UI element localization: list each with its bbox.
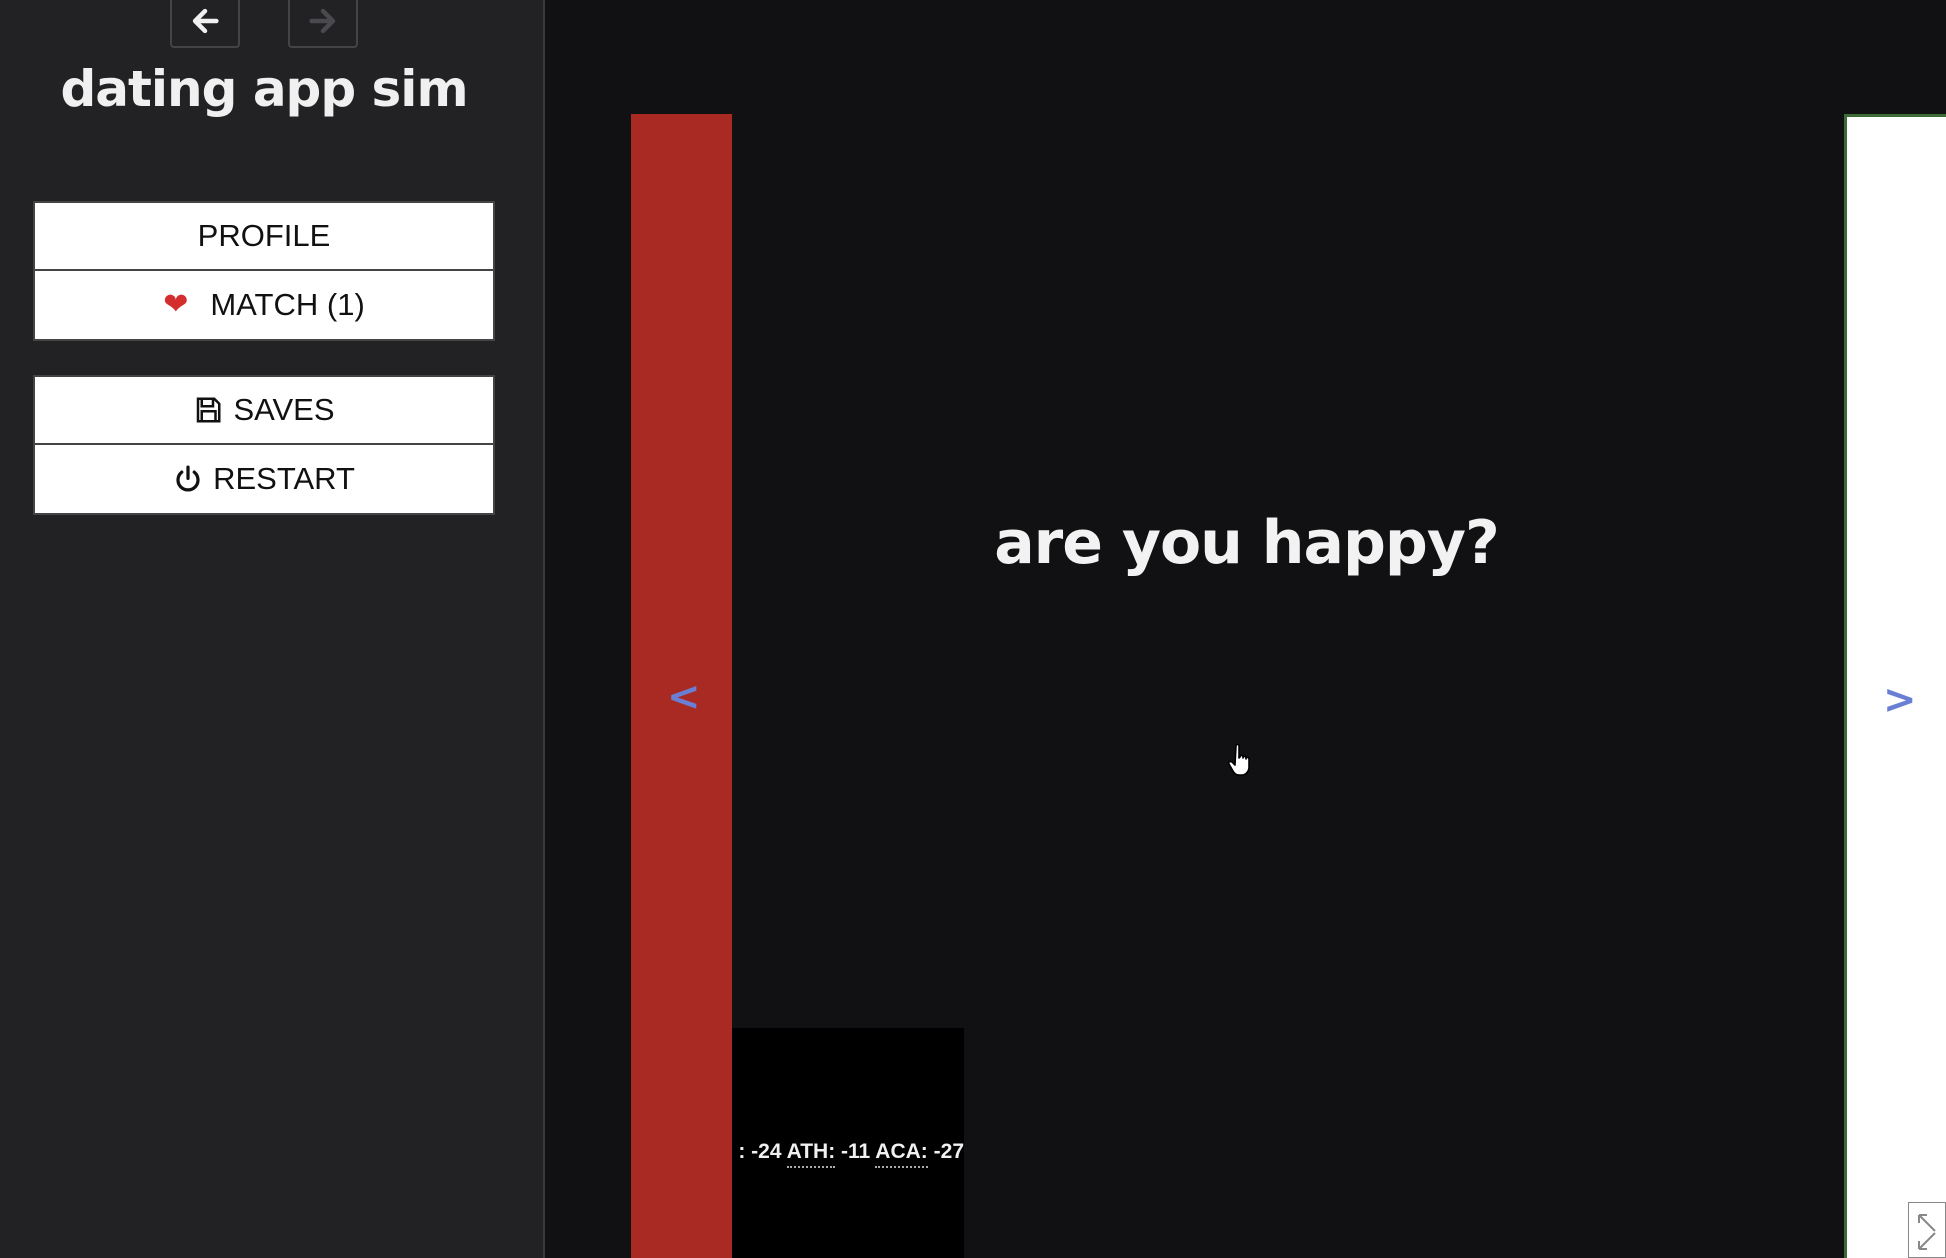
arrow-left-icon	[192, 8, 219, 34]
history-nav	[170, 0, 358, 48]
swipe-right-panel[interactable]: >	[1844, 114, 1946, 1258]
stats-box: : -24 ATH: -11 ACA: -27	[732, 1028, 964, 1258]
stat-key-aca: ACA:	[875, 1140, 928, 1168]
restart-button-label: RESTART	[213, 461, 355, 496]
history-forward-button[interactable]	[288, 0, 358, 48]
saves-button[interactable]: SAVES	[33, 375, 495, 445]
profile-button-label: PROFILE	[197, 218, 331, 253]
swipe-right-arrow: >	[1883, 677, 1917, 723]
restart-button[interactable]: RESTART	[33, 445, 495, 515]
stat-key-ath: ATH:	[786, 1140, 836, 1168]
floppy-disk-icon	[193, 395, 223, 425]
history-back-button[interactable]	[170, 0, 240, 48]
arrow-right-icon	[309, 8, 336, 34]
heart-icon: ❤	[163, 288, 189, 321]
stat-value-aca: -27	[933, 1140, 964, 1163]
profile-button[interactable]: PROFILE	[33, 201, 495, 271]
stats-line: : -24 ATH: -11 ACA: -27	[738, 1140, 964, 1168]
power-icon	[173, 464, 203, 494]
stat-lead-value: : -24	[738, 1140, 782, 1163]
passage-question: are you happy?	[994, 508, 1500, 578]
resize-corner-icon[interactable]	[1908, 1202, 1946, 1258]
menu-group-primary: PROFILE ❤ MATCH (1)	[33, 201, 495, 341]
hand-cursor-icon	[1227, 743, 1250, 776]
stat-value-ath: -11	[841, 1140, 871, 1163]
match-button-label: MATCH (1)	[210, 287, 365, 322]
swipe-left-arrow: <	[667, 674, 701, 720]
passage-area: < are you happy? : -24 ATH: -11 ACA: -27…	[547, 0, 1946, 1258]
story-title: dating app sim	[60, 60, 468, 118]
match-button[interactable]: ❤ MATCH (1)	[33, 271, 495, 341]
sidebar: dating app sim PROFILE ❤ MATCH (1) SAVES	[0, 0, 545, 1258]
swipe-left-panel[interactable]: <	[631, 114, 732, 1258]
saves-button-label: SAVES	[233, 392, 335, 427]
menu-group-system: SAVES RESTART	[33, 375, 495, 515]
